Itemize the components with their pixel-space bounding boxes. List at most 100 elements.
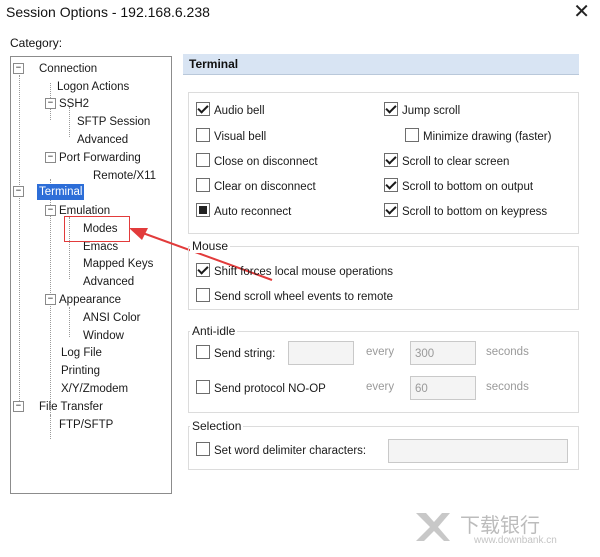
tree-item-label: Advanced <box>77 134 129 146</box>
tree-item-label: Emacs <box>83 241 119 253</box>
word-delimiter-input[interactable] <box>388 439 568 463</box>
close-icon[interactable]: ✕ <box>573 2 590 22</box>
collapse-icon[interactable]: − <box>45 152 56 163</box>
tree-item-label: Appearance <box>59 294 122 306</box>
checkbox-box[interactable] <box>196 128 210 142</box>
collapse-icon[interactable]: − <box>45 205 56 216</box>
tree-item-mapped-keys[interactable]: Mapped Keys <box>81 256 155 272</box>
tree-item-advanced-emulation[interactable]: Advanced <box>81 274 136 290</box>
checkbox-label: Scroll to bottom on output <box>402 181 534 193</box>
checkbox-label: Minimize drawing (faster) <box>423 131 552 143</box>
tree-item-label: Log File <box>61 347 102 359</box>
auto-reconnect-checkbox[interactable]: Auto reconnect <box>196 203 291 219</box>
checkbox-label: Set word delimiter characters: <box>214 445 367 457</box>
tree-item-sftp-session[interactable]: SFTP Session <box>75 114 152 130</box>
close-on-disconnect-checkbox[interactable]: Close on disconnect <box>196 153 318 169</box>
mouse-group-title: Mouse <box>190 239 231 253</box>
tree-item-label: X/Y/Zmodem <box>61 383 129 395</box>
jump-scroll-checkbox[interactable]: Jump scroll <box>384 102 460 118</box>
checkbox-box[interactable] <box>384 203 398 217</box>
tree-item-label: File Transfer <box>39 401 103 413</box>
anti-idle-group-title: Anti-idle <box>190 324 238 338</box>
category-label: Category: <box>10 36 63 50</box>
checkbox-label: Send string: <box>214 348 276 360</box>
audio-bell-checkbox[interactable]: Audio bell <box>196 102 265 118</box>
category-tree[interactable]: − Connection Logon Actions − SSH2 SFTP S… <box>10 56 172 494</box>
anti-idle-group <box>188 331 579 413</box>
checkbox-box[interactable] <box>196 263 210 277</box>
checkbox-box[interactable] <box>384 153 398 167</box>
annotation-highlight-box <box>64 216 130 242</box>
tree-item-xyzmodem[interactable]: X/Y/Zmodem <box>59 381 130 397</box>
checkbox-box[interactable] <box>196 442 210 456</box>
tree-item-label: Advanced <box>83 276 135 288</box>
tree-item-label: ANSI Color <box>83 312 141 324</box>
checkbox-box[interactable] <box>384 178 398 192</box>
send-protocol-noop-checkbox[interactable]: Send protocol NO-OP <box>196 380 326 396</box>
tree-item-logon-actions[interactable]: Logon Actions <box>55 79 131 95</box>
tree-item-advanced[interactable]: Advanced <box>75 132 130 148</box>
shift-forces-local-mouse-checkbox[interactable]: Shift forces local mouse operations <box>196 263 393 279</box>
tree-item-label: SFTP Session <box>77 116 151 128</box>
collapse-icon[interactable]: − <box>13 401 24 412</box>
tree-item-label: Connection <box>39 63 98 75</box>
set-word-delimiter-checkbox[interactable]: Set word delimiter characters: <box>196 442 366 458</box>
send-string-input[interactable] <box>288 341 354 365</box>
checkbox-label: Scroll to bottom on keypress <box>402 206 548 218</box>
checkbox-label: Scroll to clear screen <box>402 156 510 168</box>
send-string-checkbox[interactable]: Send string: <box>196 345 275 361</box>
watermark-brand: 下载银行 <box>460 513 540 537</box>
clear-on-disconnect-checkbox[interactable]: Clear on disconnect <box>196 178 316 194</box>
checkbox-box[interactable] <box>196 153 210 167</box>
checkbox-label: Clear on disconnect <box>214 181 316 193</box>
tree-item-label: Port Forwarding <box>59 152 141 164</box>
session-options-window: Session Options - 192.168.6.238 ✕ Catego… <box>0 0 600 557</box>
every-label: every <box>366 381 395 393</box>
tree-item-label: Remote/X11 <box>93 170 157 182</box>
checkbox-label: Send protocol NO-OP <box>214 383 326 395</box>
tree-line <box>69 307 70 337</box>
scroll-to-bottom-on-output-checkbox[interactable]: Scroll to bottom on output <box>384 178 533 194</box>
title-bar: Session Options - 192.168.6.238 ✕ <box>0 0 600 26</box>
noop-interval-input[interactable]: 60 <box>410 376 476 400</box>
checkbox-label: Audio bell <box>214 105 265 117</box>
collapse-icon[interactable]: − <box>13 186 24 197</box>
watermark-logo-icon <box>416 513 450 541</box>
checkbox-label: Auto reconnect <box>214 206 292 218</box>
tree-item-ftp-sftp[interactable]: FTP/SFTP <box>57 417 115 433</box>
collapse-icon[interactable]: − <box>13 63 24 74</box>
checkbox-box[interactable] <box>196 345 210 359</box>
checkbox-box[interactable] <box>196 102 210 116</box>
checkbox-box[interactable] <box>196 203 210 217</box>
checkbox-box[interactable] <box>196 380 210 394</box>
collapse-icon[interactable]: − <box>45 98 56 109</box>
tree-item-label: Terminal <box>37 184 85 200</box>
send-string-interval-input[interactable]: 300 <box>410 341 476 365</box>
tree-item-window[interactable]: Window <box>81 328 126 344</box>
tree-item-label: Mapped Keys <box>83 258 154 270</box>
tree-item-remote-x11[interactable]: Remote/X11 <box>91 168 158 184</box>
checkbox-box[interactable] <box>405 128 419 142</box>
tree-item-log-file[interactable]: Log File <box>59 345 104 361</box>
tree-item-label: FTP/SFTP <box>59 419 114 431</box>
send-scroll-wheel-checkbox[interactable]: Send scroll wheel events to remote <box>196 288 393 304</box>
panel-header: Terminal <box>183 54 579 75</box>
watermark: 下载银行 www.downbank.cn <box>412 509 582 549</box>
checkbox-box[interactable] <box>196 178 210 192</box>
scroll-to-clear-screen-checkbox[interactable]: Scroll to clear screen <box>384 153 509 169</box>
panel-title: Terminal <box>189 57 239 71</box>
checkbox-box[interactable] <box>384 102 398 116</box>
scroll-to-bottom-on-keypress-checkbox[interactable]: Scroll to bottom on keypress <box>384 203 547 219</box>
tree-item-label: SSH2 <box>59 98 90 110</box>
checkbox-label: Shift forces local mouse operations <box>214 266 393 278</box>
tree-item-label: Window <box>83 330 124 342</box>
tree-item-ansi-color[interactable]: ANSI Color <box>81 310 143 326</box>
collapse-icon[interactable]: − <box>45 294 56 305</box>
tree-item-printing[interactable]: Printing <box>59 363 102 379</box>
minimize-drawing-checkbox[interactable]: Minimize drawing (faster) <box>405 128 551 144</box>
checkbox-label: Close on disconnect <box>214 156 318 168</box>
watermark-url: www.downbank.cn <box>474 535 557 546</box>
visual-bell-checkbox[interactable]: Visual bell <box>196 128 266 144</box>
checkbox-box[interactable] <box>196 288 210 302</box>
every-label: every <box>366 346 395 358</box>
